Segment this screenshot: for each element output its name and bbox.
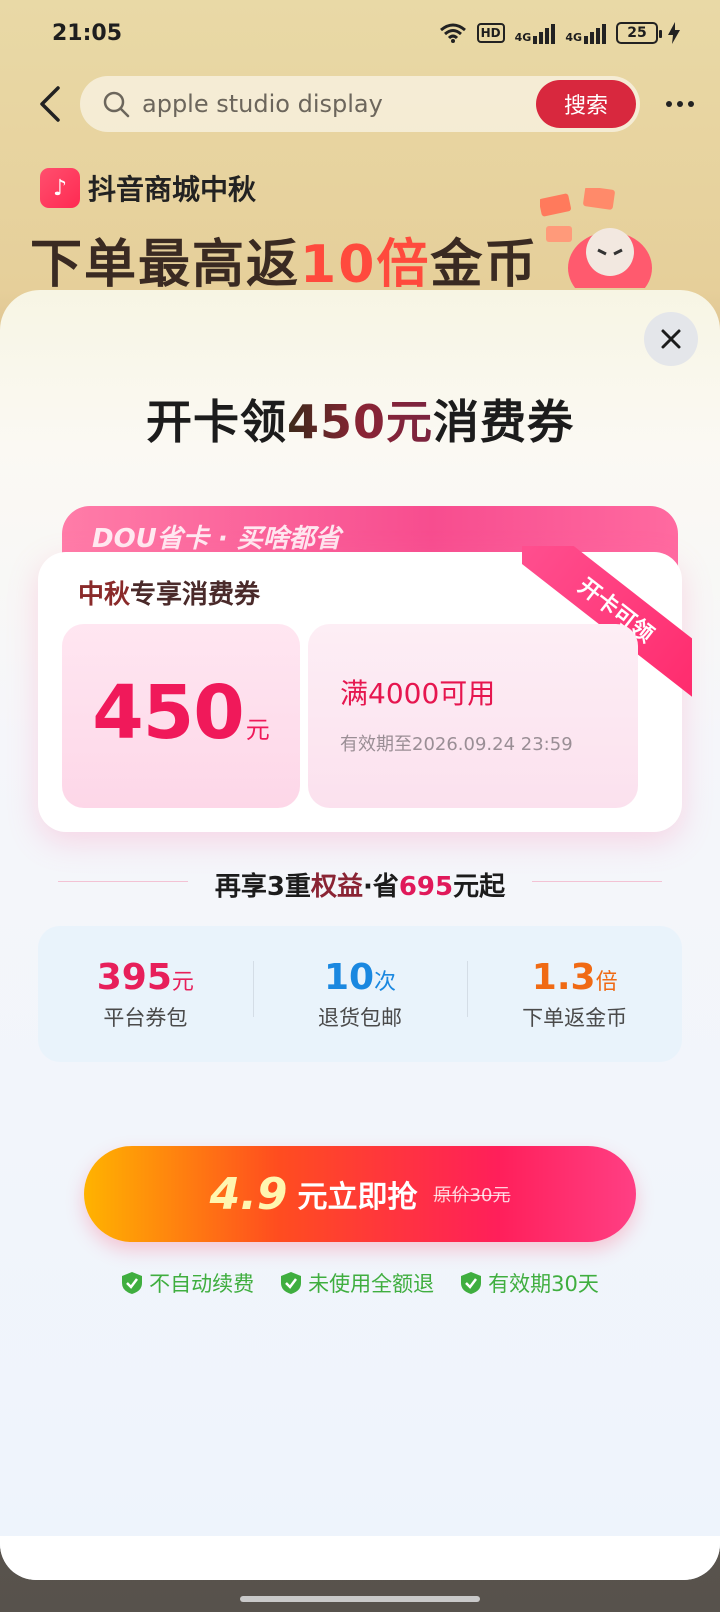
membership-modal: 开卡领450元消费券 DOU省卡 · 买啥都省 中秋专享消费券 开卡可领 450… [0, 290, 720, 1580]
guarantee-text: 未使用全额退 [308, 1272, 435, 1296]
guarantee-item: 不自动续费 [121, 1268, 254, 1298]
network-label-2: 4G [565, 31, 582, 44]
shield-check-icon [122, 1272, 143, 1294]
mascot-illustration [540, 188, 652, 288]
extra-hl1: 权益 [310, 872, 363, 902]
back-icon[interactable] [20, 74, 80, 134]
benefit-value: 1.3 [531, 956, 596, 998]
coupon-unit: 元 [245, 716, 270, 744]
hd-badge: HD [476, 23, 505, 43]
benefit-unit: 倍 [595, 969, 618, 995]
shield-check-icon [281, 1272, 302, 1294]
card-tab-text: DOU省卡 · 买啥都省 [92, 524, 341, 554]
guarantees: 不自动续费 未使用全额退 有效期30天 [0, 1268, 720, 1298]
guarantee-text: 有效期30天 [488, 1272, 599, 1296]
charging-icon [668, 22, 680, 44]
sheet-footer [0, 1536, 720, 1580]
coupon-card-label-rest: 专享消费券 [130, 580, 261, 610]
home-indicator[interactable] [240, 1596, 480, 1602]
signal-4g-1: 4G [515, 22, 556, 44]
search-row: apple studio display 搜索 [0, 74, 720, 134]
promo-brand-text: 抖音商城中秋 [88, 173, 257, 206]
extra-benefits-title: 再享3重权益·省695元起 [58, 866, 662, 903]
shield-check-icon [461, 1272, 482, 1294]
extra-post: 元起 [453, 872, 506, 902]
battery-level: 25 [627, 25, 647, 41]
wifi-icon [439, 23, 466, 43]
benefit-value: 395 [96, 956, 172, 998]
modal-title-post: 消费券 [433, 395, 575, 449]
benefit-label: 退货包邮 [318, 1005, 402, 1030]
status-bar: 21:05 HD 4G 4G 25 [0, 0, 720, 66]
search-icon [103, 91, 130, 118]
battery-icon: 25 [616, 22, 662, 44]
coupon-expiry: 有效期至2026.09.24 23:59 [340, 734, 573, 755]
more-icon[interactable] [666, 101, 694, 107]
modal-title-pre: 开卡领 [145, 395, 287, 449]
benefit-value: 10 [323, 956, 375, 998]
extra-pre: 再享3重 [214, 872, 311, 902]
douyin-mall-logo: ♪ [40, 168, 80, 208]
modal-title: 开卡领450元消费券 [0, 386, 720, 452]
coupon-amount-box: 450 元 [62, 624, 300, 808]
benefit-label: 平台券包 [103, 1005, 188, 1030]
signal-bars-icon [533, 22, 556, 44]
promo-brand: ♪ 抖音商城中秋 [40, 168, 256, 208]
benefit-free-return: 10次 退货包邮 [252, 956, 468, 1032]
benefits-panel: 395元 平台券包 10次 退货包邮 1.3倍 下单返金币 [38, 926, 682, 1062]
coupon-detail-box: 满4000可用 有效期至2026.09.24 23:59 [308, 624, 638, 808]
coupon-amount: 450 [92, 670, 244, 756]
cta-original-price: 原价30元 [433, 1185, 511, 1206]
promo-headline-highlight: 10倍 [300, 235, 431, 295]
cta-price: 4.9 [209, 1168, 288, 1220]
promo-headline-post: 金币 [430, 235, 539, 295]
benefit-unit: 次 [374, 969, 397, 995]
close-button[interactable] [644, 312, 698, 366]
extra-hl2: 695 [398, 872, 454, 902]
signal-4g-2: 4G [565, 22, 606, 44]
cta-label: 元立即抢 [297, 1180, 418, 1215]
benefit-label: 下单返金币 [522, 1005, 628, 1030]
coupon-condition: 满4000可用 [340, 677, 496, 710]
guarantee-text: 不自动续费 [149, 1272, 255, 1296]
modal-title-highlight: 450元 [286, 395, 434, 449]
coupon-card-label: 中秋专享消费券 [78, 574, 260, 611]
benefit-coin-return: 1.3倍 下单返金币 [467, 957, 682, 1032]
extra-mid: ·省 [362, 872, 399, 902]
search-input[interactable]: apple studio display 搜索 [80, 76, 640, 132]
close-icon [661, 329, 681, 349]
coupon-card-label-highlight: 中秋 [78, 580, 131, 610]
signal-bars-icon [584, 22, 606, 44]
buy-now-button[interactable]: 4.9 元立即抢 原价30元 [84, 1146, 636, 1242]
status-time: 21:05 [52, 20, 123, 46]
status-icons: HD 4G 4G 25 [439, 22, 680, 44]
promo-headline: 下单最高返10倍金币 [30, 222, 538, 297]
benefit-coupon-pack: 395元 平台券包 [38, 957, 253, 1032]
promo-headline-pre: 下单最高返 [30, 235, 301, 295]
search-button[interactable]: 搜索 [536, 80, 636, 128]
guarantee-item: 有效期30天 [460, 1268, 599, 1298]
guarantee-item: 未使用全额退 [280, 1268, 434, 1298]
coupon-card: 中秋专享消费券 开卡可领 450 元 满4000可用 有效期至2026.09.2… [38, 546, 692, 832]
benefit-unit: 元 [171, 969, 194, 995]
network-label-1: 4G [514, 31, 532, 44]
search-query: apple studio display [142, 90, 383, 118]
